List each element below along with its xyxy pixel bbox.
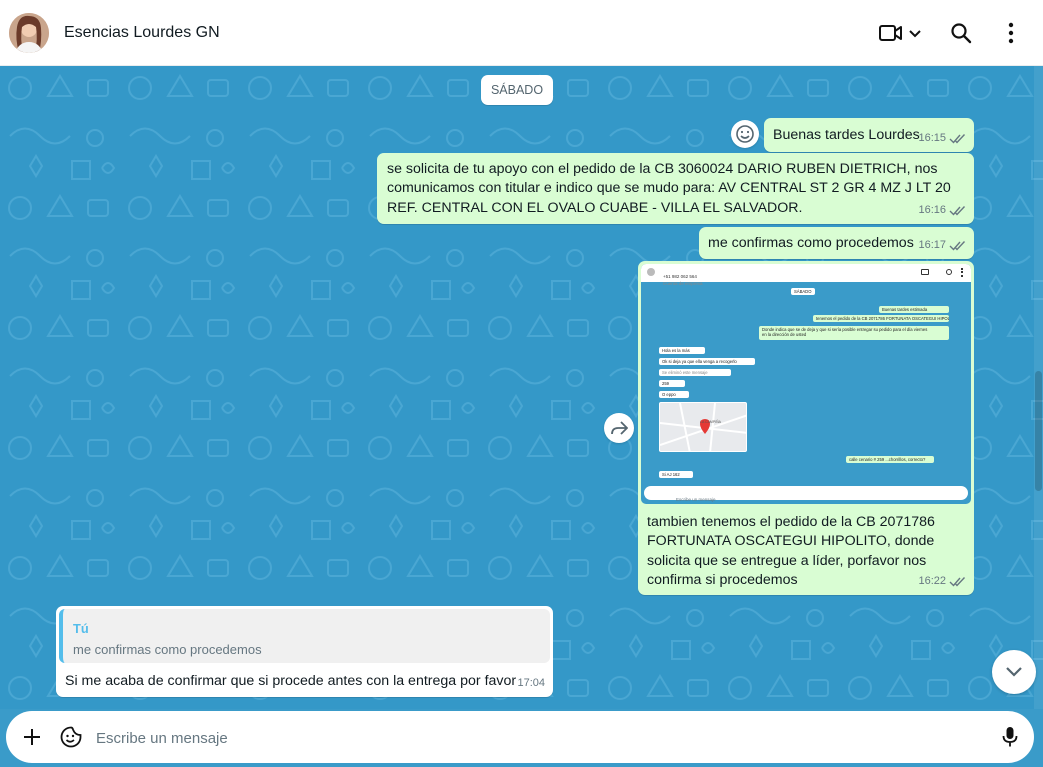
message-time: 16:17 — [918, 238, 946, 251]
search-button[interactable] — [946, 18, 976, 48]
shot-msg: 259 — [659, 380, 685, 387]
contact-name[interactable]: Esencias Lourdes GN — [64, 24, 220, 42]
shot-msg: calle cenario # 259 ...chorrillos, corre… — [846, 456, 934, 463]
attach-button[interactable] — [18, 723, 46, 751]
shot-date: SÁBADO — [791, 288, 815, 295]
double-check-icon — [949, 133, 966, 144]
smiley-icon — [736, 125, 754, 143]
shot-map: LA CAMPIÑA — [659, 402, 747, 452]
message-composer — [0, 709, 1043, 767]
message-meta: 16:15 — [918, 129, 966, 148]
message-time: 16:22 — [918, 574, 946, 587]
react-button[interactable] — [731, 120, 759, 148]
message-bubble-incoming[interactable]: Tú me confirmas como procedemos Si me ac… — [56, 606, 553, 697]
quoted-author: Tú — [73, 621, 89, 636]
scrollbar-thumb[interactable] — [1035, 371, 1042, 491]
microphone-icon — [1002, 727, 1018, 747]
double-check-icon — [949, 240, 966, 251]
menu-button[interactable] — [996, 18, 1026, 48]
forward-icon — [611, 421, 628, 435]
message-text: tambien tenemos el pedido de la CB 20717… — [647, 514, 935, 589]
video-camera-icon — [879, 25, 921, 41]
message-bubble-outgoing[interactable]: Buenas tardes Lourdes 16:15 — [764, 118, 974, 152]
composer-box — [6, 711, 1034, 763]
scroll-to-bottom-button[interactable] — [992, 650, 1036, 694]
shot-menu-icon — [961, 268, 963, 277]
contact-avatar[interactable] — [9, 13, 49, 53]
chat-scrollbar[interactable] — [1034, 66, 1043, 709]
shot-msg-line: en la dirección de usted — [762, 332, 807, 337]
shot-composer-text: Escribe un mensaje — [676, 497, 716, 502]
double-check-icon — [949, 576, 966, 587]
shot-map-label: LA CAMPIÑA — [700, 420, 722, 424]
message-time: 17:04 — [517, 676, 545, 689]
shot-sub: Cuenta de empresa — [663, 281, 703, 286]
message-text: se solicita de tu apoyo con el pedido de… — [387, 161, 951, 216]
quoted-text: me confirmas como procedemos — [73, 642, 262, 657]
message-bubble-outgoing[interactable]: me confirmas como procedemos 16:17 — [699, 227, 974, 259]
message-text: Si me acaba de confirmar que si procede … — [65, 673, 517, 689]
shot-video-icon — [921, 269, 929, 275]
sticker-button[interactable] — [57, 723, 85, 751]
image-attachment[interactable]: +51 982 062 564 Cuenta de empresa SÁBADO… — [641, 264, 971, 504]
shot-msg: Hola es la más — [659, 347, 705, 354]
message-text: Buenas tardes Lourdes — [773, 127, 920, 143]
chevron-down-icon — [1006, 667, 1022, 677]
sticker-icon — [60, 726, 82, 748]
message-bubble-image[interactable]: +51 982 062 564 Cuenta de empresa SÁBADO… — [638, 261, 974, 595]
message-text: me confirmas como procedemos — [708, 235, 914, 251]
quoted-message[interactable]: Tú me confirmas como procedemos — [59, 609, 550, 663]
message-bubble-outgoing[interactable]: se solicita de tu apoyo con el pedido de… — [377, 153, 974, 224]
chat-header: Esencias Lourdes GN — [0, 0, 1043, 66]
message-time: 16:15 — [918, 131, 946, 144]
message-input[interactable] — [96, 727, 976, 749]
shot-msg: Si AJ 162 — [659, 471, 693, 478]
shot-msg: Buenas tardes estimada — [879, 306, 949, 313]
message-time: 16:16 — [918, 203, 946, 216]
message-meta: 16:17 — [918, 236, 966, 255]
video-call-button[interactable] — [877, 18, 925, 48]
shot-search-icon — [946, 269, 952, 275]
search-icon — [951, 23, 972, 44]
forward-button[interactable] — [604, 413, 634, 443]
date-separator: SÁBADO — [481, 75, 553, 105]
shot-msg: O eppo — [659, 391, 689, 398]
shot-msg: Donde indica que se de deja y que si ser… — [759, 326, 949, 340]
plus-icon — [24, 729, 40, 745]
voice-message-button[interactable] — [996, 723, 1024, 751]
shot-avatar — [647, 268, 655, 276]
message-meta: 16:22 — [918, 572, 966, 591]
shot-msg: tenemos el pedido de la CB 2071786 FORTU… — [813, 315, 949, 322]
shot-msg: Ok si deja ya que ella venga a recogerlo — [659, 358, 755, 365]
message-meta: 17:04 — [517, 674, 545, 693]
message-meta: 16:16 — [918, 201, 966, 220]
double-check-icon — [949, 205, 966, 216]
shot-header: +51 982 062 564 Cuenta de empresa — [641, 264, 971, 286]
shot-msg: Se eliminó este mensaje — [659, 369, 731, 376]
more-vertical-icon — [1008, 22, 1014, 44]
shot-composer: Escribe un mensaje — [644, 486, 968, 502]
